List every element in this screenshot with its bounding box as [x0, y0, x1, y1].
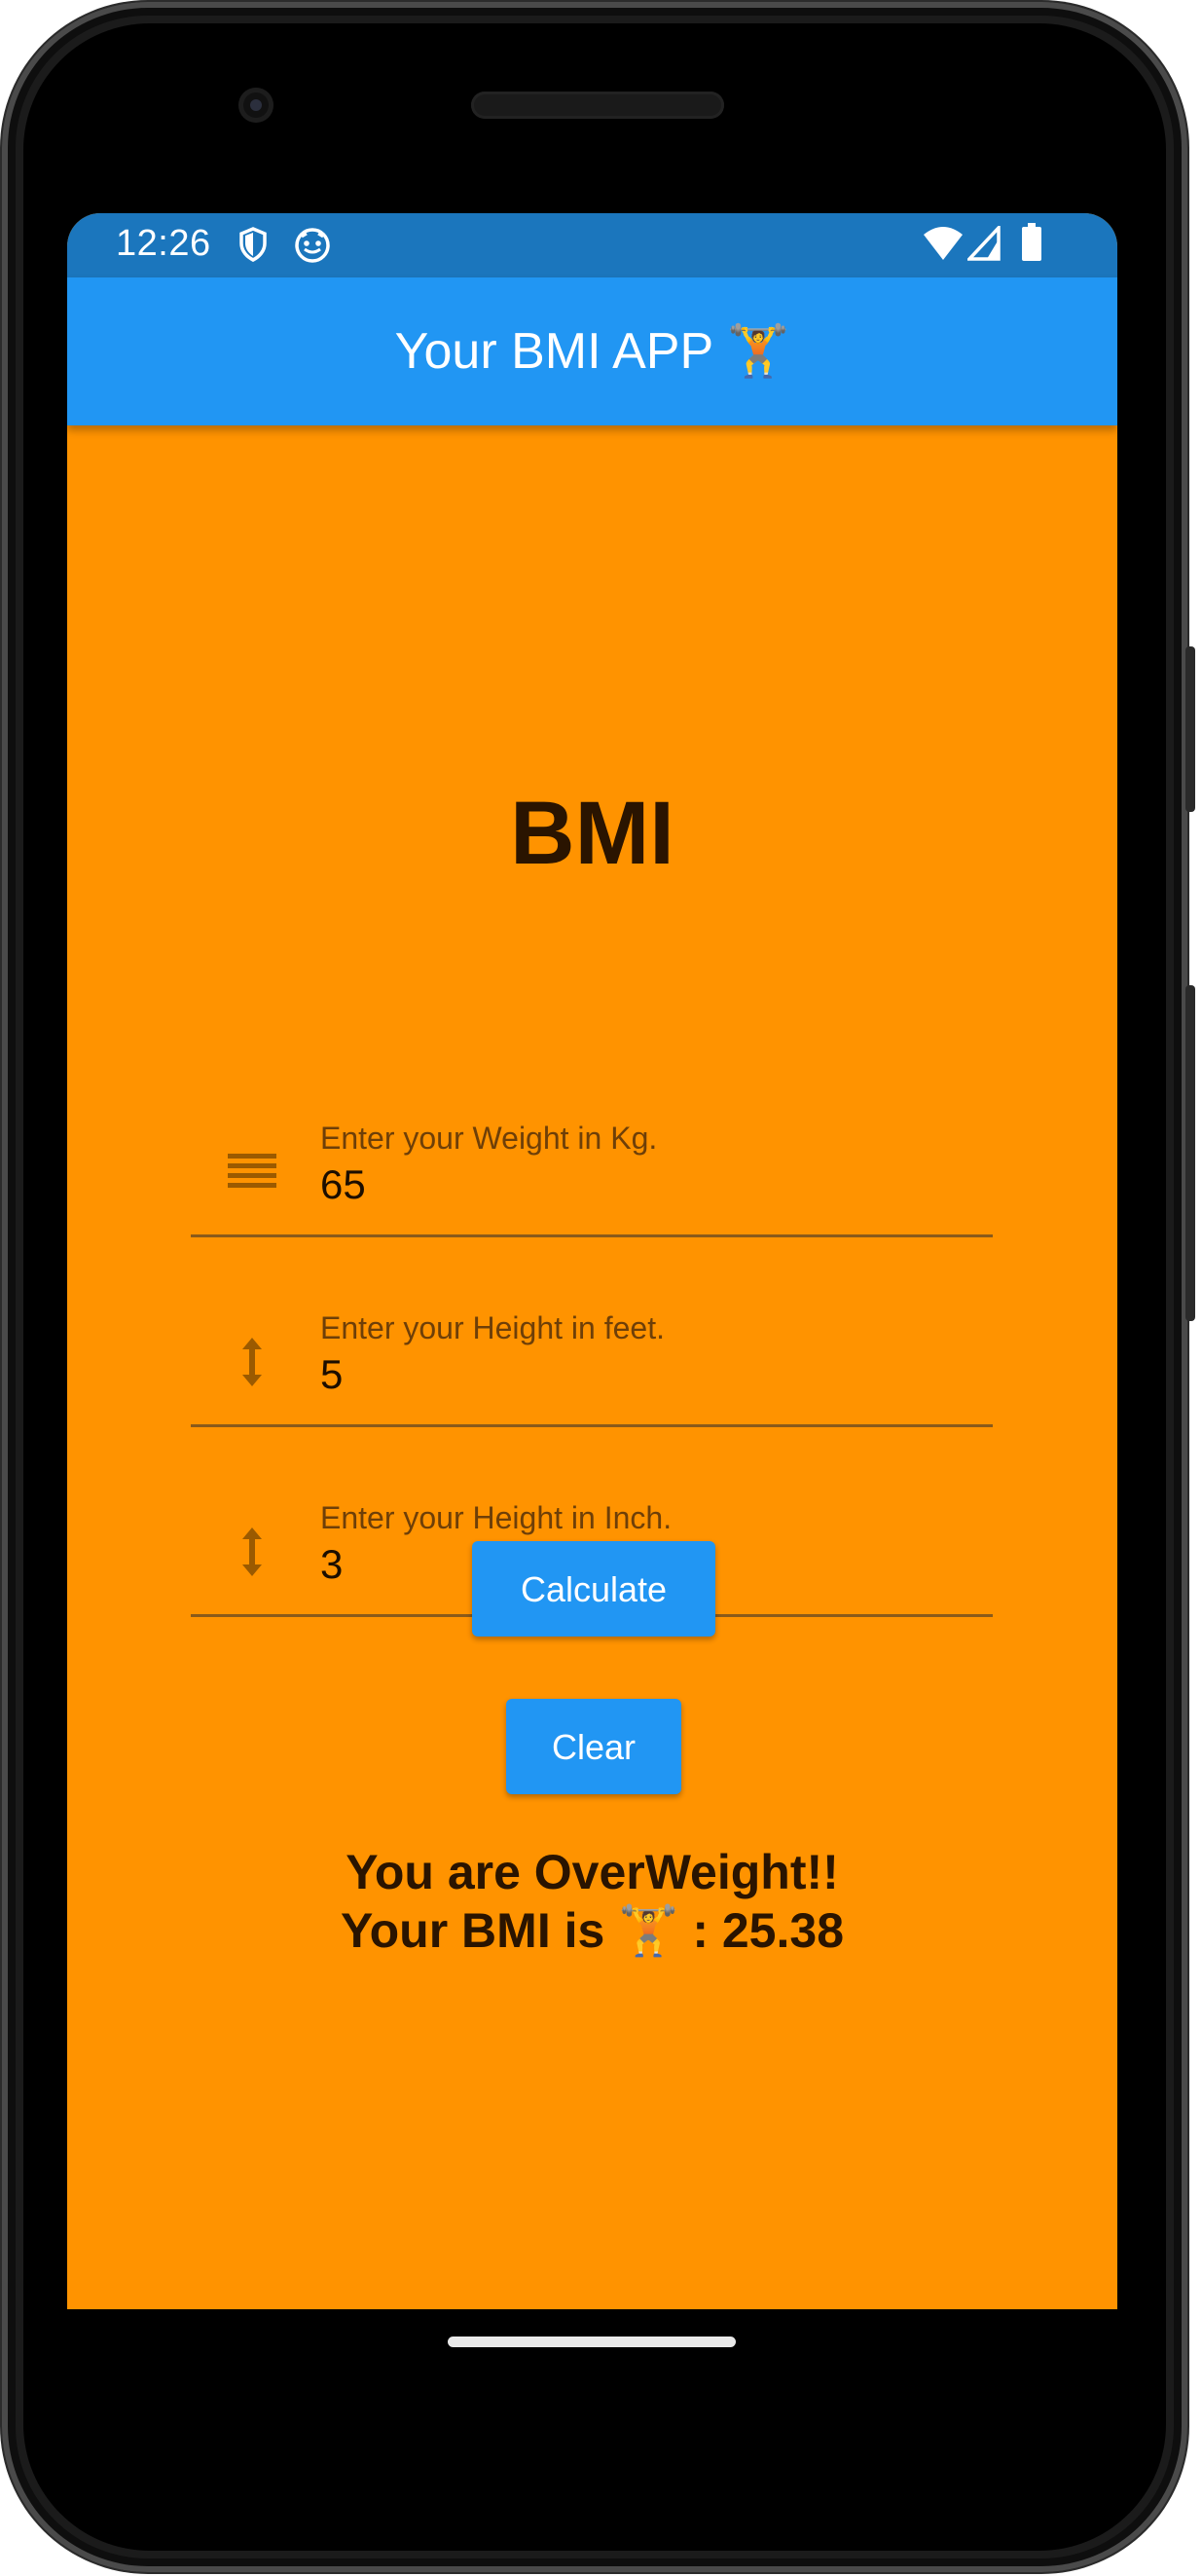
status-time: 12:26 — [116, 223, 211, 264]
result-status: You are OverWeight!! — [346, 1845, 839, 1899]
weight-field[interactable]: Enter your Weight in Kg. — [191, 1091, 993, 1237]
home-gesture-bar[interactable] — [448, 2337, 736, 2347]
weight-field-label: Enter your Weight in Kg. — [320, 1121, 658, 1156]
signal-icon — [965, 223, 1001, 266]
shield-icon — [238, 227, 268, 267]
battery-icon — [1021, 223, 1042, 267]
height-inch-label: Enter your Height in Inch. — [320, 1500, 673, 1535]
app-bar: Your BMI APP 🏋️ — [67, 277, 1117, 425]
front-camera — [238, 88, 273, 123]
app-screen: 12:26 Your BMI APP 🏋️ BMI Enter your Wei… — [67, 213, 1117, 2309]
height-feet-input[interactable] — [320, 1351, 953, 1398]
page-title: BMI — [510, 784, 674, 883]
wifi-icon — [922, 225, 965, 267]
power-button — [1185, 646, 1195, 812]
height-arrow-icon — [226, 1336, 278, 1388]
height-arrow-icon — [226, 1526, 278, 1578]
result-text: You are OverWeight!! Your BMI is 🏋️ : 25… — [67, 1843, 1117, 1960]
height-feet-field[interactable]: Enter your Height in feet. — [191, 1281, 993, 1427]
app-notification-icon — [294, 227, 331, 269]
calculate-button[interactable]: Calculate — [472, 1541, 715, 1637]
app-title: Your BMI APP 🏋️ — [394, 323, 790, 380]
result-bmi-value: Your BMI is 🏋️ : 25.38 — [340, 1903, 845, 1958]
weight-input[interactable] — [320, 1161, 953, 1208]
weight-lines-icon — [226, 1146, 278, 1198]
clear-button[interactable]: Clear — [506, 1699, 681, 1794]
earpiece-speaker — [471, 92, 724, 119]
status-bar: 12:26 — [67, 213, 1117, 277]
height-feet-label: Enter your Height in feet. — [320, 1310, 665, 1345]
volume-button — [1185, 985, 1195, 1321]
